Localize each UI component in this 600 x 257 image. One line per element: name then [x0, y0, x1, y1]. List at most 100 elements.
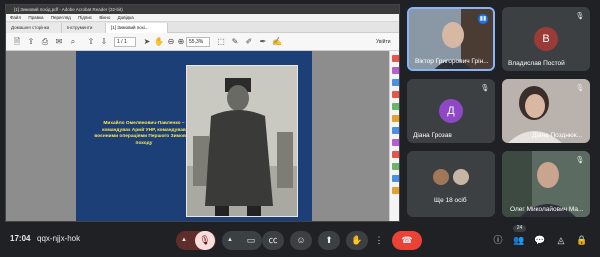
pdf-tab-bar: Домашня сторінка Інструменти [1] Зимовий…	[6, 22, 399, 33]
menu-view[interactable]: Перегляд	[51, 15, 71, 20]
hand-tool-icon[interactable]: ✋	[154, 37, 164, 47]
participant-tile[interactable]: Ще 18 осіб	[407, 151, 495, 217]
raise-hand-icon: ✋	[351, 235, 363, 245]
fill-sign-icon[interactable]	[392, 115, 399, 122]
mic-off-icon: 🎙	[480, 85, 490, 92]
participant-name: Діана Позднюк...	[532, 132, 583, 139]
meeting-info-button[interactable]: ⓘ	[490, 232, 506, 248]
select-tool-icon[interactable]: ➤	[142, 37, 152, 47]
tab-tools[interactable]: Інструменти	[62, 23, 106, 33]
comment-tool-icon[interactable]	[392, 91, 399, 98]
present-icon: ⬆	[325, 235, 333, 245]
participant-name: Діана Грозав	[413, 132, 452, 139]
historical-portrait-photo	[186, 65, 298, 217]
captions-icon: ㏄	[268, 235, 278, 245]
emoji-button[interactable]: ☺	[290, 231, 312, 250]
people-icon: 👥	[513, 235, 525, 245]
menu-window[interactable]: Вікно	[99, 15, 110, 20]
participant-name: Віктор Григорович Грін...	[415, 58, 489, 65]
more-participants-label: Ще 18 осіб	[434, 197, 467, 204]
organize-pages-icon[interactable]	[392, 103, 399, 110]
people-button[interactable]: 👥 24	[511, 225, 527, 248]
participant-tile[interactable]: 🎙 Олег Миколайович Ма...	[502, 151, 590, 217]
camera-toggle-button[interactable]: ▲ ▭	[222, 231, 262, 250]
camera-icon[interactable]: ▭	[241, 231, 261, 250]
people-count-badge: 24	[513, 225, 526, 232]
participant-name: Олег Миколайович Ма...	[510, 206, 584, 213]
activities-icon: ◬	[557, 235, 565, 245]
more-icon: ⋮	[374, 235, 384, 245]
captions-button[interactable]: ㏄	[262, 231, 284, 250]
right-tools-panel	[389, 51, 399, 221]
participant-tile[interactable]: 🎙 Діана Позднюк...	[502, 79, 590, 143]
sign-icon[interactable]: ✍	[272, 37, 282, 47]
send-icon[interactable]	[392, 127, 399, 134]
prev-page-icon[interactable]: ⇧	[86, 37, 96, 47]
edit-pdf-icon[interactable]	[392, 79, 399, 86]
search-icon[interactable]: ⌕	[68, 37, 78, 47]
mic-toggle-button[interactable]: ▲ 🎙	[176, 231, 216, 250]
leave-call-button[interactable]: ☎	[392, 231, 422, 250]
hangup-icon: ☎	[401, 235, 413, 245]
raise-hand-button[interactable]: ✋	[346, 231, 368, 250]
email-icon[interactable]: ✉	[54, 37, 64, 47]
zoom-in-icon[interactable]: ⊕	[176, 37, 186, 47]
pdf-window-title: [1] Зимовий похід.pdf - Adobe Acrobat Re…	[6, 5, 399, 14]
pdf-toolbar: 🗎 ⇪ ⎙ ✉ ⌕ ⇧ ⇩ 1 / 1 ➤ ✋ ⊖ ⊕ 55,3% ⬚ ✎ ✐ …	[6, 33, 399, 51]
pdf-menubar: Файл Правка Перегляд Підпис Вікно Довідк…	[6, 14, 399, 22]
participant-tile[interactable]: Д 🎙 Діана Грозав	[407, 79, 495, 143]
stamp-icon[interactable]	[392, 187, 399, 194]
more-options-button[interactable]: ⋮	[372, 231, 386, 250]
draw-icon[interactable]: ✒	[258, 37, 268, 47]
comment-icon[interactable]: ✎	[230, 37, 240, 47]
chevron-up-icon[interactable]: ▲	[181, 231, 187, 250]
host-controls-button[interactable]: 🔒	[574, 232, 590, 248]
share-icon[interactable]	[392, 175, 399, 182]
save-icon[interactable]: 🗎	[12, 37, 22, 47]
slide-caption: Михайло Омелянович-Павленко – командувач…	[94, 121, 194, 146]
mic-off-icon[interactable]: 🎙	[195, 231, 215, 250]
chevron-up-icon[interactable]: ▲	[227, 231, 233, 250]
mic-off-icon: 🎙	[575, 13, 585, 20]
fit-page-icon[interactable]: ⬚	[216, 37, 226, 47]
shared-screen: [1] Зимовий похід.pdf - Adobe Acrobat Re…	[5, 4, 400, 222]
speaking-indicator-icon: ▮▮	[478, 14, 488, 24]
emoji-icon: ☺	[296, 235, 306, 245]
meeting-code: qqx-njjx-hok	[37, 234, 81, 243]
pdf-export-icon[interactable]	[392, 55, 399, 62]
chat-icon: 💬	[534, 235, 546, 245]
tab-document[interactable]: [1] Зимовий похі...	[106, 23, 168, 33]
scan-icon[interactable]	[392, 139, 399, 146]
avatar	[453, 169, 469, 185]
menu-file[interactable]: Файл	[10, 15, 21, 20]
slide-page: Михайло Омелянович-Павленко – командувач…	[76, 51, 312, 221]
upload-icon[interactable]: ⇪	[26, 37, 36, 47]
pdf-document-area[interactable]: Михайло Омелянович-Павленко – командувач…	[6, 51, 389, 221]
avatar	[433, 169, 449, 185]
menu-sign[interactable]: Підпис	[78, 15, 92, 20]
sign-in-button[interactable]: Увійти	[376, 37, 391, 47]
create-pdf-icon[interactable]	[392, 67, 399, 74]
page-current: 1	[117, 39, 120, 45]
zoom-level-field[interactable]: 55,3%	[186, 37, 210, 47]
mic-off-icon: 🎙	[575, 157, 585, 164]
zoom-out-icon[interactable]: ⊖	[166, 37, 176, 47]
print-icon[interactable]: ⎙	[40, 37, 50, 47]
menu-edit[interactable]: Правка	[28, 15, 43, 20]
more-tools-icon[interactable]	[392, 163, 399, 170]
info-icon: ⓘ	[493, 235, 503, 245]
participant-name: Владислав Постой	[508, 60, 565, 67]
page-number-field[interactable]: 1 / 1	[114, 37, 136, 47]
protect-icon[interactable]	[392, 151, 399, 158]
menu-help[interactable]: Довідка	[118, 15, 134, 20]
present-button[interactable]: ⬆	[318, 231, 340, 250]
participant-tile[interactable]: В 🎙 Владислав Постой	[502, 7, 590, 71]
page-total: / 1	[121, 39, 127, 45]
activities-button[interactable]: ◬	[553, 232, 569, 248]
meeting-control-bar: 17:04 qqx-njjx-hok ▲ 🎙 ▲ ▭ ㏄ ☺ ⬆ ✋ ⋮ ☎ ⓘ…	[0, 224, 600, 257]
participant-tile[interactable]: ▮▮ Віктор Григорович Грін...	[407, 7, 495, 71]
highlight-icon[interactable]: ✐	[244, 37, 254, 47]
next-page-icon[interactable]: ⇩	[99, 37, 109, 47]
chat-button[interactable]: 💬	[532, 232, 548, 248]
tab-home[interactable]: Домашня сторінка	[6, 23, 62, 33]
